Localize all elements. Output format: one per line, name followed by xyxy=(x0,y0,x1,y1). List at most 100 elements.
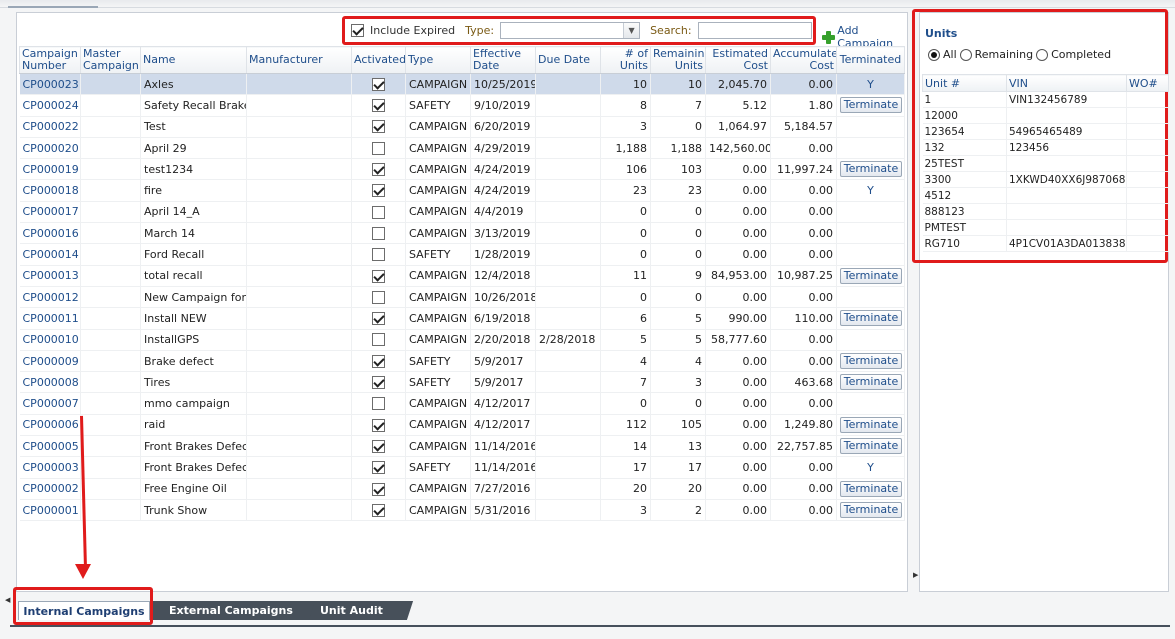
col-unit-number[interactable]: Unit # xyxy=(922,74,1007,92)
list-item[interactable]: 123654 54965465489 xyxy=(922,123,1169,140)
campaign-number-cell[interactable]: CP000024 xyxy=(19,94,81,117)
col-remaining-units[interactable]: Remaining Units xyxy=(650,46,706,74)
type-select[interactable]: ▼ xyxy=(500,22,641,39)
table-row[interactable]: CP000010 InstallGPS CAMPAIGN 2/20/2018 2/28/… xyxy=(19,329,905,351)
activated-checkbox[interactable] xyxy=(372,439,385,453)
campaign-number-cell[interactable]: CP000011 xyxy=(19,307,81,330)
activated-checkbox[interactable] xyxy=(372,397,385,411)
col-campaign-number[interactable]: Campaign Number xyxy=(19,46,81,74)
activated-checkbox[interactable] xyxy=(372,503,385,517)
table-row[interactable]: CP000018 fire CAMPAIGN 4/24/2019 23 23 0.00 0.0… xyxy=(19,179,905,202)
terminate-button[interactable]: Terminate xyxy=(840,97,902,114)
table-row[interactable]: CP000016 March 14 CAMPAIGN 3/13/2019 0 0 0.00 0… xyxy=(19,222,905,245)
activated-checkbox[interactable] xyxy=(372,248,385,262)
table-row[interactable]: CP000008 Tires SAFETY 5/9/2017 7 3 0.00 463.68 T… xyxy=(19,371,905,394)
activated-checkbox[interactable] xyxy=(372,376,385,390)
col-effective-date[interactable]: Effective Date xyxy=(470,46,536,74)
campaign-number-cell[interactable]: CP000019 xyxy=(19,158,81,181)
col-due-date[interactable]: Due Date xyxy=(535,46,601,74)
activated-checkbox[interactable] xyxy=(372,184,385,198)
table-row[interactable]: CP000020 April 29 CAMPAIGN 4/29/2019 1,188 1,… xyxy=(19,137,905,160)
activated-checkbox[interactable] xyxy=(372,99,385,113)
activated-checkbox[interactable] xyxy=(372,141,385,155)
campaign-number-cell[interactable]: CP000006 xyxy=(19,414,81,437)
search-input[interactable] xyxy=(697,22,812,39)
table-row[interactable]: CP000022 Test CAMPAIGN 6/20/2019 3 0 1,064.97 5… xyxy=(19,116,905,138)
include-expired-checkbox[interactable] xyxy=(351,24,364,37)
table-row[interactable]: CP000009 Brake defect SAFETY 5/9/2017 4 4 0.00… xyxy=(19,350,905,373)
table-row[interactable]: CP000005 Front Brakes Defect CAMPAIGN 11/14… xyxy=(19,435,905,458)
activated-checkbox[interactable] xyxy=(372,77,385,91)
table-row[interactable]: CP000014 Ford Recall SAFETY 1/28/2019 0 0 0.00… xyxy=(19,243,905,266)
campaign-number-cell[interactable]: CP000023 xyxy=(19,73,81,96)
activated-checkbox[interactable] xyxy=(372,354,385,368)
list-item[interactable]: 4512 xyxy=(922,187,1169,204)
list-item[interactable]: 132 123456 xyxy=(922,139,1169,156)
table-row[interactable]: CP000003 Front Brakes Defect SAFETY 11/14/2… xyxy=(19,456,905,479)
table-row[interactable]: CP000001 Trunk Show CAMPAIGN 5/31/2016 3 2 0.0… xyxy=(19,499,905,522)
list-item[interactable]: 888123 xyxy=(922,203,1169,220)
campaign-number-cell[interactable]: CP000001 xyxy=(19,499,81,522)
list-item[interactable]: 12000 xyxy=(922,107,1169,124)
campaign-number-cell[interactable]: CP000005 xyxy=(19,435,81,458)
col-type[interactable]: Type xyxy=(405,46,471,74)
col-terminated[interactable]: Terminated xyxy=(836,46,905,74)
table-row[interactable]: CP000006 raid CAMPAIGN 4/12/2017 112 105 0.00 1… xyxy=(19,414,905,437)
col-num-units[interactable]: # of Units xyxy=(600,46,651,74)
table-row[interactable]: CP000011 Install NEW CAMPAIGN 6/19/2018 6 5 99… xyxy=(19,307,905,330)
activated-checkbox[interactable] xyxy=(372,418,385,432)
campaign-number-cell[interactable]: CP000010 xyxy=(19,329,81,351)
terminate-button[interactable]: Terminate xyxy=(840,267,902,284)
activated-checkbox[interactable] xyxy=(372,205,385,219)
activated-checkbox[interactable] xyxy=(372,290,385,304)
activated-checkbox[interactable] xyxy=(372,269,385,283)
table-row[interactable]: CP000002 Free Engine Oil CAMPAIGN 7/27/2016… xyxy=(19,478,905,500)
chevron-down-icon[interactable]: ▼ xyxy=(623,23,640,38)
activated-checkbox[interactable] xyxy=(372,482,385,496)
campaign-number-cell[interactable]: CP000009 xyxy=(19,350,81,373)
table-row[interactable]: CP000024 Safety Recall Brakes SAFETY 9/10/2… xyxy=(19,94,905,117)
terminate-button[interactable]: Terminate xyxy=(840,353,902,369)
campaign-number-cell[interactable]: CP000007 xyxy=(19,392,81,415)
campaign-number-cell[interactable]: CP000020 xyxy=(19,137,81,160)
list-item[interactable]: RG710 4P1CV01A3DA013838 xyxy=(922,235,1169,252)
campaign-number-cell[interactable]: CP000022 xyxy=(19,116,81,138)
activated-checkbox[interactable] xyxy=(372,461,385,475)
table-row[interactable]: CP000007 mmo campaign CAMPAIGN 4/12/2017 0 0 0… xyxy=(19,392,905,415)
table-row[interactable]: CP000017 April 14_A CAMPAIGN 4/4/2019 0 0 0.00… xyxy=(19,201,905,224)
terminate-button[interactable]: Terminate xyxy=(840,374,902,391)
campaign-number-cell[interactable]: CP000012 xyxy=(19,286,81,309)
list-item[interactable]: PMTEST xyxy=(922,219,1169,236)
terminate-button[interactable]: Terminate xyxy=(840,438,902,455)
terminate-button[interactable]: Terminate xyxy=(840,502,902,519)
campaign-number-cell[interactable]: CP000003 xyxy=(19,456,81,479)
activated-checkbox[interactable] xyxy=(372,163,385,177)
table-row[interactable]: CP000019 test1234 CAMPAIGN 4/24/2019 106 103 0… xyxy=(19,158,905,181)
campaign-number-cell[interactable]: CP000016 xyxy=(19,222,81,245)
col-name[interactable]: Name xyxy=(140,46,247,74)
terminate-button[interactable]: Terminate xyxy=(840,161,902,178)
radio-completed[interactable] xyxy=(1036,48,1049,61)
col-manufacturer[interactable]: Manufacturer xyxy=(246,46,352,74)
list-item[interactable]: 25TEST xyxy=(922,155,1169,172)
table-row[interactable]: CP000012 New Campaign for Vo CAMPAIGN10/26… xyxy=(19,286,905,309)
radio-all[interactable] xyxy=(928,48,940,61)
campaign-number-cell[interactable]: CP000018 xyxy=(19,179,81,202)
col-accumulated-cost[interactable]: Accumulated Cost xyxy=(770,46,837,74)
terminate-button[interactable]: Terminate xyxy=(840,310,902,327)
list-item[interactable]: 1 VIN132456789 xyxy=(922,91,1169,108)
col-activated[interactable]: Activated xyxy=(351,46,406,74)
col-vin[interactable]: VIN xyxy=(1006,74,1127,92)
campaign-number-cell[interactable]: CP000014 xyxy=(19,243,81,266)
campaign-number-cell[interactable]: CP000013 xyxy=(19,265,81,287)
col-estimated-cost[interactable]: Estimated Cost xyxy=(705,46,771,74)
activated-checkbox[interactable] xyxy=(372,312,385,326)
activated-checkbox[interactable] xyxy=(372,333,385,347)
terminate-button[interactable]: Terminate xyxy=(840,480,902,497)
campaign-number-cell[interactable]: CP000002 xyxy=(19,478,81,500)
list-item[interactable]: 3300 1XKWD40XX6J987068 xyxy=(922,171,1169,188)
tab-external-campaigns[interactable]: External Campaigns xyxy=(146,601,316,620)
collapse-arrow-icon[interactable]: ▶ xyxy=(913,571,918,579)
activated-checkbox[interactable] xyxy=(372,226,385,240)
table-row[interactable]: CP000013 total recall CAMPAIGN 12/4/2018 11 9… xyxy=(19,265,905,287)
